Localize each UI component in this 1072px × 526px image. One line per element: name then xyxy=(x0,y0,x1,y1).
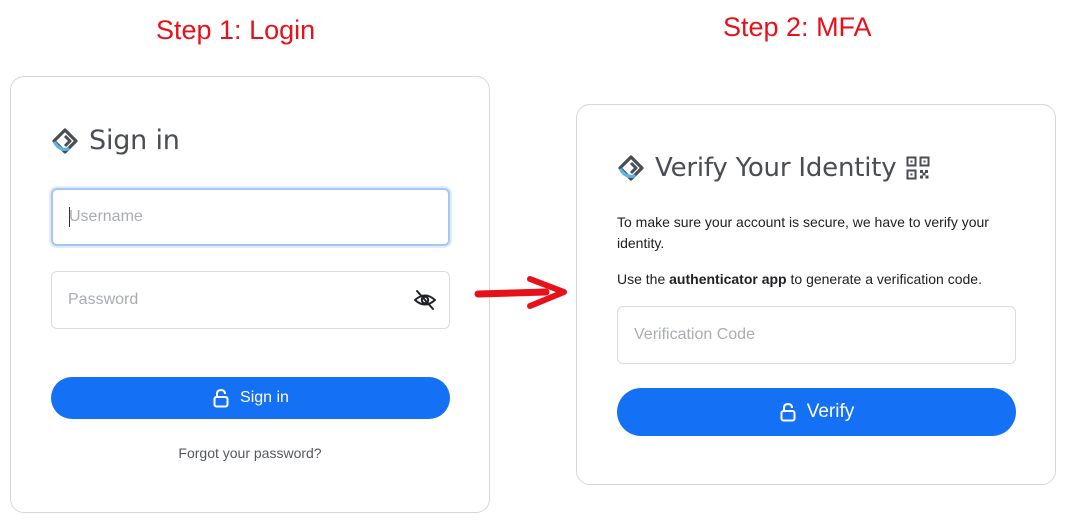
verify-button-label: Verify xyxy=(806,401,855,422)
text-caret xyxy=(69,207,70,227)
verify-button[interactable]: Verify xyxy=(617,388,1016,436)
instruction-bold: authenticator app xyxy=(669,271,787,287)
login-heading-text: Sign in xyxy=(89,125,180,156)
password-input[interactable] xyxy=(52,272,449,328)
login-card: Sign in Sign in Forgot your password? xyxy=(10,76,490,513)
arrow-right-icon xyxy=(474,276,567,309)
username-input[interactable] xyxy=(53,190,448,244)
step-1-title: Step 1: Login xyxy=(156,15,316,45)
instruction-prefix: Use the xyxy=(617,271,670,287)
lock-icon xyxy=(780,402,796,422)
mfa-instruction-text: Use the authenticator app to generate a … xyxy=(617,269,1017,290)
forgot-password-link[interactable]: Forgot your password? xyxy=(11,445,489,461)
password-field[interactable] xyxy=(51,271,450,329)
mfa-card: Verify Your Identity To make sure your a… xyxy=(576,104,1056,485)
step-2-title: Step 2: MFA xyxy=(723,12,872,42)
sign-in-button-label: Sign in xyxy=(240,389,289,406)
verification-code-field[interactable] xyxy=(617,306,1016,364)
mfa-heading: Verify Your Identity xyxy=(617,153,930,183)
login-heading: Sign in xyxy=(51,125,180,156)
sign-in-button[interactable]: Sign in xyxy=(51,377,450,419)
mfa-intro-text: To make sure your account is secure, we … xyxy=(617,214,989,251)
lock-icon xyxy=(213,388,229,408)
qr-code-icon xyxy=(906,156,930,180)
username-field[interactable] xyxy=(51,188,450,246)
instruction-suffix: to generate a verification code. xyxy=(786,271,982,287)
verification-code-input[interactable] xyxy=(618,307,1015,363)
eye-slash-icon[interactable] xyxy=(413,288,437,312)
mfa-heading-text: Verify Your Identity xyxy=(655,153,897,183)
brand-logo-icon xyxy=(618,155,644,181)
brand-logo-icon xyxy=(52,127,78,154)
